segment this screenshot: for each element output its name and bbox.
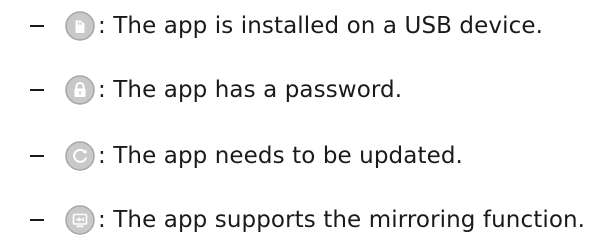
icon-legend-list: : The app is installed on a USB device. …: [0, 0, 593, 246]
bullet-dash: [30, 89, 44, 91]
usb-icon: [65, 11, 95, 41]
mirroring-icon: [65, 205, 95, 235]
lock-icon: [65, 75, 95, 105]
legend-text-update: : The app needs to be updated.: [98, 143, 463, 169]
bullet-dash: [30, 25, 44, 27]
legend-text-mirroring: : The app supports the mirroring functio…: [98, 207, 586, 233]
legend-text-lock: : The app has a password.: [98, 77, 403, 103]
legend-text-usb: : The app is installed on a USB device.: [98, 13, 543, 39]
bullet-dash: [30, 219, 44, 221]
update-icon: [65, 141, 95, 171]
bullet-dash: [30, 155, 44, 157]
